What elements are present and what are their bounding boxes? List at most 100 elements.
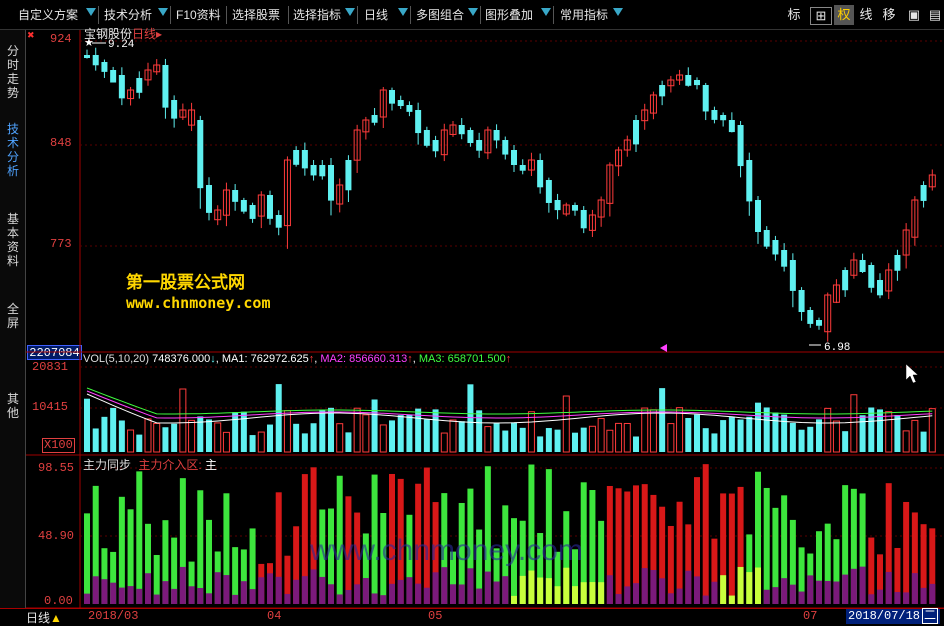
volume-bar [868, 407, 875, 452]
indicator-sub-bar [911, 573, 918, 604]
volume-bar [728, 417, 735, 452]
candle-body [572, 205, 578, 211]
volume-bar [362, 414, 370, 453]
indicator-name[interactable]: 主力同步 [83, 458, 131, 472]
bottom-period-button[interactable]: 日线▲ [26, 609, 62, 626]
volume-bar [633, 436, 639, 452]
indicator-sub-bar [728, 595, 735, 604]
indicator-sub-bar [380, 595, 387, 604]
indicator-sub-bar [415, 583, 422, 604]
indicator-sub-bar [824, 580, 831, 604]
volume-bar [188, 419, 196, 453]
indicator-sub-bar [206, 593, 212, 604]
candle-body [432, 140, 439, 152]
indicator-bar [197, 490, 204, 604]
indicator-sub-bar [606, 575, 613, 604]
indicator-bar [728, 493, 735, 604]
indicator-sub-bar [223, 575, 230, 604]
panel-menu-icon[interactable]: ▸ [156, 27, 162, 41]
indicator-bar [84, 513, 90, 604]
chart-canvas[interactable]: www.chnmoney.com ★ 9.24 6.98 ✖ [0, 0, 944, 624]
volume-bar [702, 428, 709, 452]
ma3-line [86, 387, 933, 415]
ma1-label: MA1: [221, 353, 248, 365]
ma2-value: 856660.313 [349, 353, 408, 365]
volume-bar [406, 415, 413, 452]
candle-body [118, 75, 125, 99]
volume-bar [283, 410, 291, 453]
volume-panel-title: VOL(5,10,20) 748376.000↓, MA1: 762972.62… [83, 353, 512, 365]
indicator-sub-bar [702, 595, 709, 604]
volume-bar [772, 412, 779, 452]
candle-body [728, 120, 735, 133]
volume-bar [877, 409, 883, 452]
candle-body [816, 320, 822, 326]
indicator-sub-bar [450, 584, 456, 604]
indicator-sub-bar [362, 578, 369, 604]
indicator-panel-title: 主力同步 主力介入区: 主 [83, 456, 217, 473]
date-label: 05 [428, 609, 443, 623]
candle-body [328, 165, 334, 201]
candle-body [423, 130, 430, 146]
indicator-sub-bar [493, 581, 500, 604]
indicator-sub-bar [598, 582, 605, 604]
weekday-badge: 二 [922, 608, 939, 624]
candle-body [92, 55, 99, 66]
volume-bar [824, 407, 832, 453]
candle-body [737, 125, 744, 167]
candle-body [458, 125, 465, 135]
indicator-sub-bar [545, 578, 552, 604]
indicator-sub-bar [293, 579, 300, 604]
candle-body [720, 115, 727, 121]
close-icon[interactable]: ✖ [27, 31, 35, 41]
volume-bar [345, 432, 352, 452]
candle-body [397, 100, 404, 107]
volume-bar [84, 398, 90, 452]
volume-bar [206, 419, 212, 452]
candle-body [545, 180, 552, 203]
volume-bar [580, 427, 587, 452]
volume-bar [275, 384, 282, 452]
candle-body [859, 260, 866, 272]
indicator-sub-bar [850, 568, 857, 604]
indicator-sub-bar [885, 571, 892, 604]
indicator-sub-bar [406, 577, 413, 604]
ma3-value: 658701.500 [447, 353, 506, 365]
ma3-label: MA3: [418, 353, 445, 365]
indicator-sub-bar [354, 584, 361, 604]
candle-body [798, 290, 805, 313]
candle-body [920, 185, 927, 201]
candle-body [511, 150, 517, 166]
indicator-sub-bar [84, 593, 90, 604]
volume-bar [511, 422, 517, 452]
volume-bar [371, 399, 378, 452]
volume-indicator-name[interactable]: VOL(5,10,20) [83, 353, 149, 365]
candle-body [763, 230, 770, 247]
indicator-sub-bar [580, 582, 587, 604]
volume-bar [136, 434, 143, 452]
candle-body [755, 200, 761, 232]
volume-bar [659, 388, 666, 452]
indicator-sub-bar [511, 595, 517, 604]
volume-bar [832, 420, 840, 453]
indicator-sub-bar [240, 581, 247, 604]
indicator-bar [667, 525, 674, 604]
volume-bar [336, 423, 344, 453]
indicator-sub-bar [929, 583, 936, 604]
volume-bar [171, 423, 178, 452]
indicator-sub-bar [877, 589, 883, 604]
volume-bar [902, 430, 910, 453]
indicator-sub-bar [484, 571, 491, 604]
volume-bar [440, 432, 448, 453]
volume-bar [850, 394, 858, 453]
indicator-sub-bar [842, 574, 849, 604]
indicator-sub-bar [920, 587, 927, 604]
indicator-sub-bar [319, 576, 326, 604]
indicator-sub-bar [589, 582, 596, 604]
indicator-sub-bar [859, 566, 866, 604]
volume-bar [222, 431, 230, 453]
date-label: 2018/03 [88, 609, 139, 623]
indicator-sub-bar [746, 572, 753, 604]
indicator-sub-bar [624, 586, 631, 604]
indicator-sub-bar [537, 577, 544, 604]
